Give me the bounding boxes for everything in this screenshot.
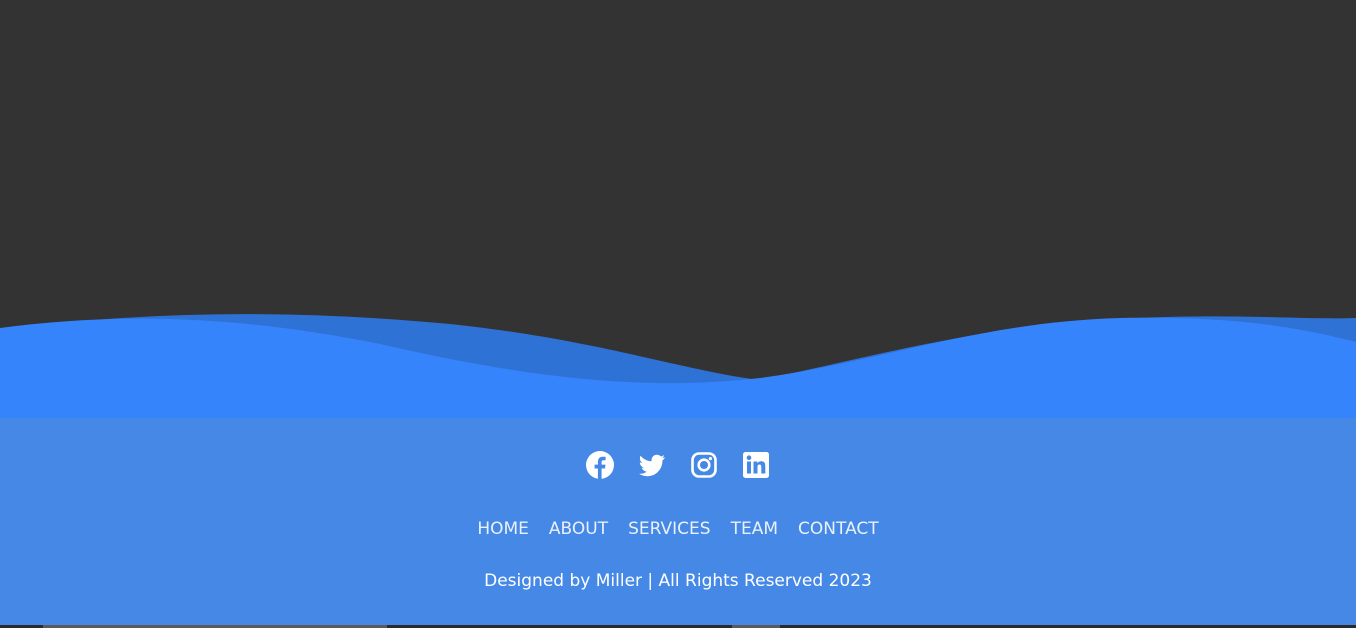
menu-item-services[interactable]: SERVICES	[628, 519, 710, 539]
menu-item-contact[interactable]: CONTACT	[798, 519, 879, 539]
footer-menu: HOME ABOUT SERVICES TEAM CONTACT	[0, 519, 1356, 539]
wave-divider	[0, 314, 1356, 420]
menu-item-about[interactable]: ABOUT	[549, 519, 608, 539]
hero-section	[0, 0, 1356, 320]
menu-item-team[interactable]: TEAM	[731, 519, 778, 539]
instagram-icon	[691, 452, 717, 478]
linkedin-icon	[743, 452, 769, 478]
facebook-icon	[586, 451, 614, 479]
twitter-icon	[639, 454, 665, 477]
twitter-link[interactable]	[638, 450, 666, 480]
linkedin-link[interactable]	[742, 450, 770, 480]
facebook-link[interactable]	[586, 450, 614, 480]
menu-item-home[interactable]: HOME	[477, 519, 529, 539]
instagram-link[interactable]	[690, 450, 718, 480]
footer: HOME ABOUT SERVICES TEAM CONTACT Designe…	[0, 418, 1356, 628]
social-links	[0, 450, 1356, 480]
copyright-text: Designed by Miller | All Rights Reserved…	[484, 571, 872, 591]
